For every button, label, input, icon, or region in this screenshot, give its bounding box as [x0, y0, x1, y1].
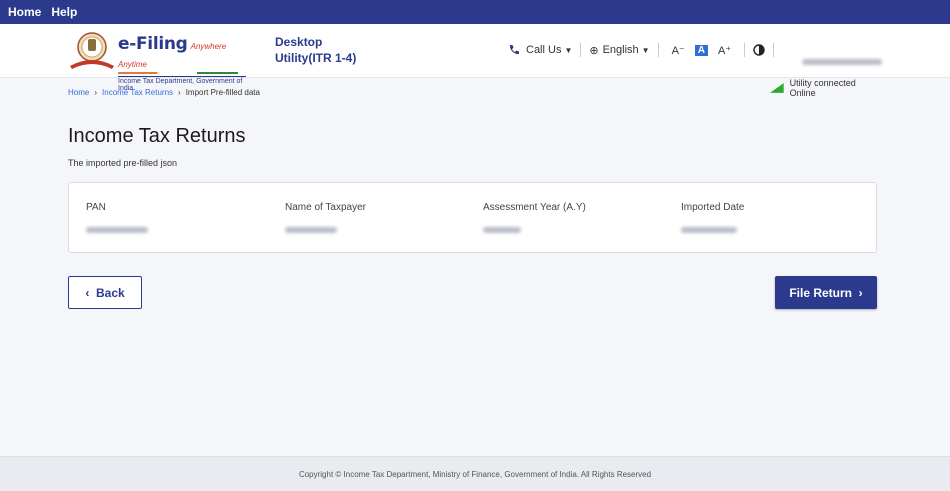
brand-stripe [118, 72, 238, 74]
chevron-right-icon: › [178, 88, 181, 97]
divider [744, 43, 746, 57]
imported-date-value-redacted [681, 220, 744, 238]
brand-name: e-Filing [118, 34, 188, 54]
taxpayer-value-redacted [285, 220, 366, 238]
divider [580, 43, 582, 57]
imported-date-label: Imported Date [681, 202, 745, 213]
site-header: e-Filing Anywhere Anytime Income Tax Depa… [0, 24, 950, 98]
imported-date-column: Imported Date [681, 202, 744, 238]
back-label: Back [95, 285, 125, 300]
top-nav-bar: Home Help [0, 0, 950, 24]
signal-icon [770, 83, 784, 93]
file-return-button[interactable]: File Return › [775, 276, 877, 309]
prefill-details-card: PAN Name of Taxpayer Assessment Year (A.… [68, 182, 877, 253]
page-subtitle: The imported pre-filled json [68, 158, 178, 168]
back-button[interactable]: ‹ Back [68, 276, 142, 309]
chevron-right-icon: › [858, 285, 863, 300]
divider [657, 43, 659, 57]
chevron-down-icon: ▼ [564, 45, 573, 55]
top-nav-help-link[interactable]: Help [51, 5, 77, 19]
utility-status: Utility connected Online [770, 52, 882, 98]
call-us-label: Call Us [526, 44, 562, 56]
product-title: Desktop Utility(ITR 1-4) [275, 34, 356, 66]
taxpayer-label: Name of Taxpayer [285, 202, 366, 213]
top-nav-home-link[interactable]: Home [8, 5, 41, 19]
pan-column: PAN [86, 202, 148, 238]
header-tools: Call Us ▼ ⊕ English ▼ A⁻ A A⁺ [508, 43, 782, 57]
product-line-1: Desktop [275, 35, 323, 49]
chevron-right-icon: › [94, 88, 98, 97]
breadcrumb-income-tax-returns[interactable]: Income Tax Returns [102, 88, 173, 97]
file-return-label: File Return [789, 285, 852, 300]
breadcrumb-current: Import Pre-filled data [185, 88, 260, 97]
chevron-left-icon: ‹ [85, 285, 90, 300]
phone-icon [509, 45, 519, 55]
font-decrease-button[interactable]: A⁻ [672, 44, 685, 57]
pan-value-redacted [86, 220, 148, 238]
language-label: English [602, 44, 639, 56]
efiling-logo[interactable]: e-Filing Anywhere Anytime Income Tax Depa… [66, 30, 246, 92]
globe-icon: ⊕ [589, 44, 599, 57]
product-line-2: Utility(ITR 1-4) [275, 51, 357, 65]
breadcrumb: Home › Income Tax Returns › Import Pre-f… [68, 88, 260, 97]
breadcrumb-home[interactable]: Home [68, 88, 89, 97]
font-default-button[interactable]: A [694, 44, 708, 56]
assessment-year-label: Assessment Year (A.Y) [483, 202, 586, 213]
language-dropdown[interactable]: ⊕ English ▼ [589, 44, 649, 57]
font-increase-button[interactable]: A⁺ [718, 44, 731, 57]
contrast-icon[interactable] [753, 44, 765, 56]
utility-status-label: Utility connected Online [789, 78, 856, 98]
call-us-dropdown[interactable]: Call Us ▼ [508, 44, 572, 56]
taxpayer-column: Name of Taxpayer [285, 202, 366, 238]
assessment-year-column: Assessment Year (A.Y) [483, 202, 586, 238]
chevron-down-icon: ▼ [641, 45, 650, 55]
page-title: Income Tax Returns [68, 125, 246, 147]
version-text [770, 54, 882, 70]
emblem-icon [70, 32, 114, 69]
assessment-year-value-redacted [483, 220, 586, 238]
pan-label: PAN [86, 202, 106, 213]
copyright-text: Copyright © Income Tax Department, Minis… [298, 469, 652, 479]
footer: Copyright © Income Tax Department, Minis… [0, 456, 950, 491]
